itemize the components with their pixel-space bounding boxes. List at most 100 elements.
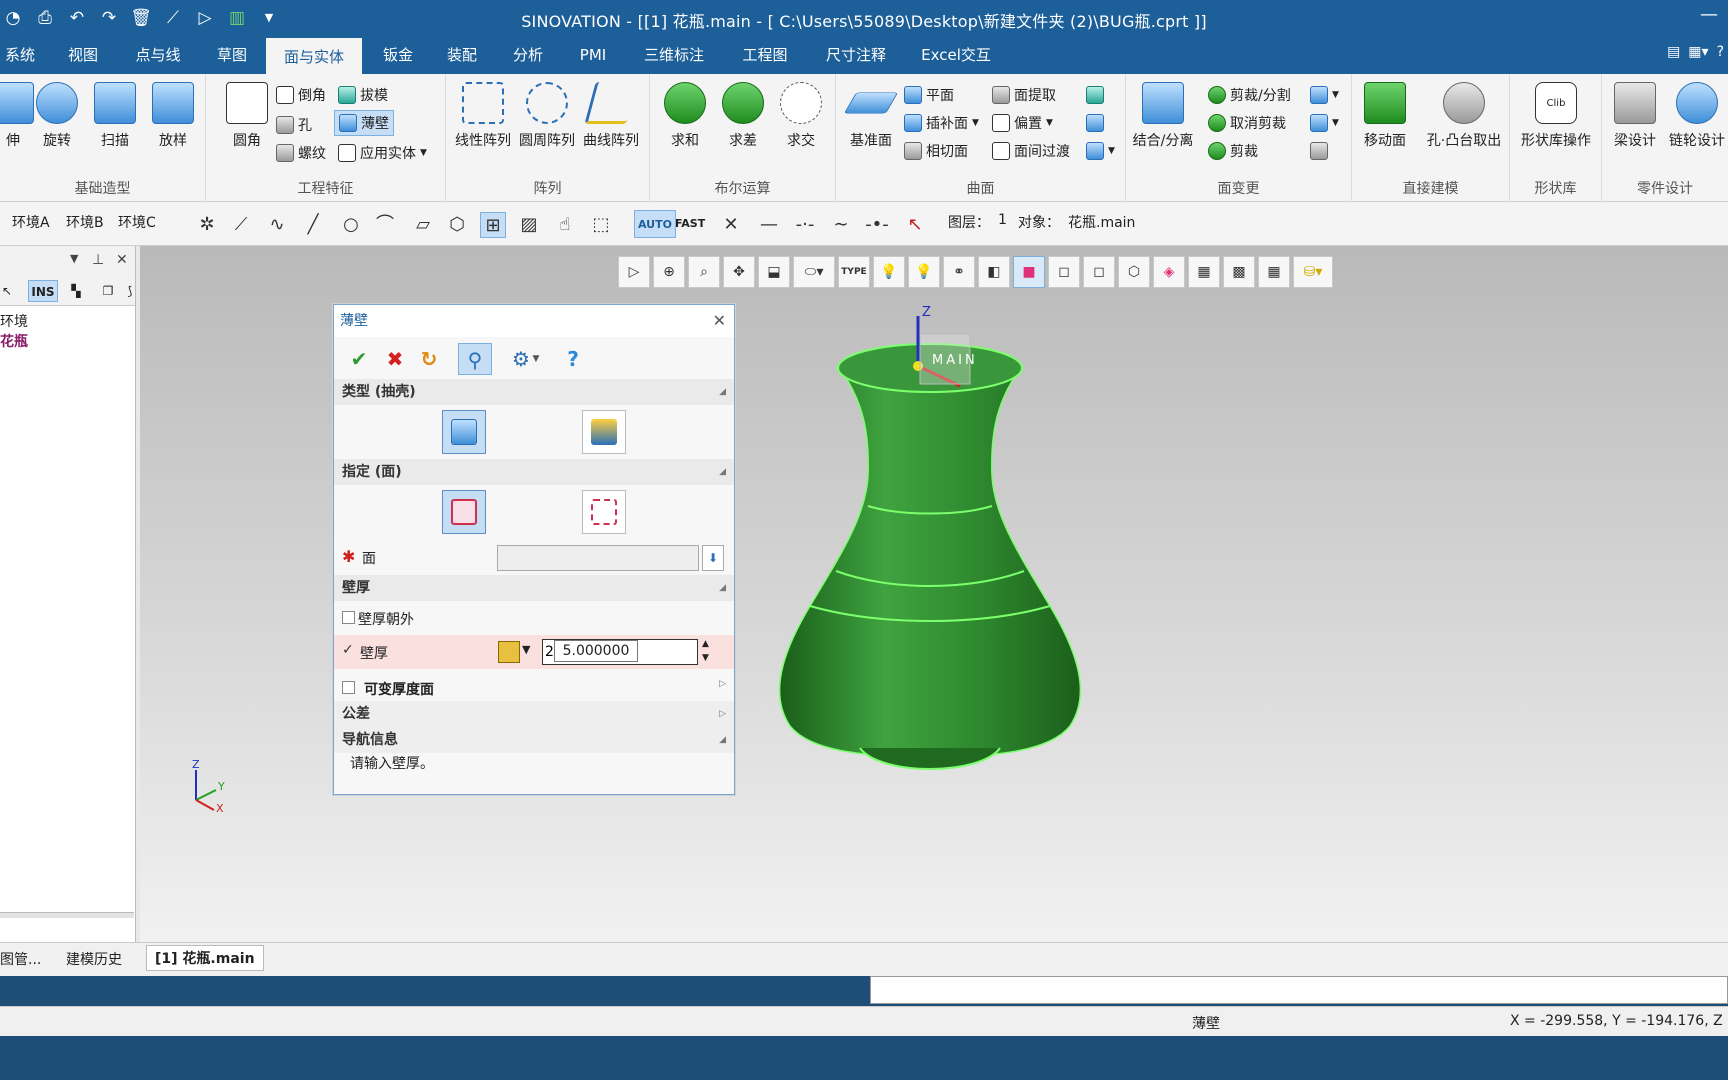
tab-manager[interactable]: 图管... [0,949,41,969]
tree-view-icon[interactable]: ▚ [64,280,88,302]
white-cube-icon[interactable]: ◻ [1048,256,1080,288]
thread-button[interactable]: 螺纹 [276,140,326,166]
apply-icon[interactable]: ↻ [412,343,446,375]
combine-split-button[interactable]: 结合/分离 [1130,82,1196,162]
menu-view[interactable]: 视图 [62,36,104,74]
pan-icon[interactable]: ✥ [723,256,755,288]
window-icon[interactable]: ▦▾ [1688,44,1708,60]
doc-tab[interactable]: [1] 花瓶.main [146,945,264,971]
point-icon[interactable]: ✲ [194,212,220,238]
chamfer-button[interactable]: 倒角 [276,82,326,108]
plane-button[interactable]: 平面 [904,82,954,108]
shell-button[interactable]: 薄壁 [334,110,394,136]
circular-array-button[interactable]: 圆周阵列 [516,82,578,162]
confirm-icon[interactable]: ✔ [342,343,376,375]
help-icon[interactable]: ? [556,343,590,375]
fillet-button[interactable]: 圆角 [218,82,276,162]
pin-icon[interactable]: ⊥ [92,252,104,268]
spin-icon[interactable]: ▲ ▼ [702,637,709,665]
ins-button[interactable]: INS [28,280,58,302]
vase-model[interactable]: Z MAIN [770,306,1090,786]
auto-button[interactable]: AUTO [634,210,676,238]
dash-line-icon[interactable]: -·- [792,212,818,238]
specify-body-button[interactable] [582,490,626,534]
union-button[interactable]: 求和 [656,82,714,162]
wire-cube-icon[interactable]: ⬡ [1118,256,1150,288]
tab-history[interactable]: 建模历史 [66,949,122,969]
menu-sheet-metal[interactable]: 钣金 [376,36,420,74]
command-input[interactable] [870,976,1728,1004]
subtract-button[interactable]: 求差 [714,82,772,162]
cursor-icon[interactable]: ↖ [902,212,928,238]
face-tool-1-button[interactable]: ▼ [1310,82,1339,108]
thickness-dropdown-icon[interactable]: ▼ [522,643,530,656]
thickness-type-icon[interactable] [498,641,520,663]
menu-drawing[interactable]: 工程图 [734,36,796,74]
edge-cube-icon[interactable]: ◻ [1083,256,1115,288]
shaded-cube-icon[interactable]: ■ [1013,256,1045,288]
intersect-button[interactable]: 求交 [772,82,830,162]
shape-op-button[interactable]: Clib 形状库操作 [1514,82,1598,162]
section-tolerance[interactable]: 公差 ▷ [334,701,734,727]
trim-button[interactable]: 剪裁 [1208,138,1258,164]
shadow-icon[interactable]: ◧ [978,256,1010,288]
env-c-button[interactable]: 环境C [118,212,156,232]
hatch-icon[interactable]: ▨ [516,212,542,238]
preview-icon[interactable]: ⚲ [458,343,492,375]
surface-tool-1-button[interactable] [1086,82,1104,108]
more-icon[interactable]: ⟆ [124,280,136,302]
light-icon[interactable]: 💡 [873,256,905,288]
beam-design-button[interactable]: 梁设计 [1606,82,1664,162]
expand-icon[interactable]: ▷ [719,679,726,689]
surface-tool-2-button[interactable] [1086,110,1104,136]
section-specify[interactable]: 指定 (面) ◢ [334,459,734,485]
untrim-button[interactable]: 取消剪裁 [1208,110,1286,136]
variable-checkbox[interactable] [342,681,355,694]
grid-dense-icon[interactable]: ▩ [1223,256,1255,288]
specify-face-button[interactable] [442,490,486,534]
spline-icon[interactable]: ∿ [264,212,290,238]
line-icon[interactable]: ⟋ [228,212,254,238]
parallelogram-icon[interactable]: ▱ [410,212,436,238]
section-nav[interactable]: 导航信息 ◢ [334,727,734,753]
zoom-box-icon[interactable]: ⌕ [688,256,720,288]
tangent-button[interactable]: 相切面 [904,138,968,164]
arrow-icon[interactable]: ↖ [0,280,14,302]
menu-assembly[interactable]: 装配 [440,36,484,74]
move-face-button[interactable]: 移动面 [1356,82,1414,162]
loft-button[interactable]: 放样 [144,82,202,162]
fast-button[interactable]: FAST [672,210,708,238]
help-icon[interactable]: ? [1717,44,1724,60]
play-view-icon[interactable]: ▷ [618,256,650,288]
intersect-point-icon[interactable]: ✕ [718,212,744,238]
curve-array-button[interactable]: 曲线阵列 [580,82,642,162]
dimension-icon[interactable]: ⊞ [480,212,506,238]
sprocket-design-button[interactable]: 链轮设计 [1668,82,1726,162]
light-2-icon[interactable]: 💡 [908,256,940,288]
wave-icon[interactable]: ∼ [828,212,854,238]
select-box-icon[interactable]: ⬚ [588,212,614,238]
boss-button[interactable]: 孔·凸台取出 [1422,82,1506,162]
pink-cube-icon[interactable]: ◈ [1153,256,1185,288]
copy-icon[interactable]: ❐ [96,280,120,302]
face-tool-3-button[interactable] [1310,138,1328,164]
panel-dropdown-icon[interactable]: ▼ [70,252,78,265]
surface-tool-3-button[interactable]: ▼ [1086,138,1115,164]
settings-dropdown-icon[interactable]: ▼ [528,343,544,375]
view-orient-icon[interactable]: ⬭▾ [793,256,835,288]
datum-plane-button[interactable]: 基准面 [842,82,900,162]
circle-icon[interactable]: ○ [338,212,364,238]
panel-scrollbar[interactable] [0,912,134,918]
face-extract-button[interactable]: 面提取 [992,82,1056,108]
draft-button[interactable]: 拔模 [338,82,388,108]
pick-icon[interactable]: ☝ [552,212,578,238]
patch-button[interactable]: 插补面 ▼ [904,110,979,136]
type-button[interactable]: TYPE [838,256,870,288]
tree-item-env[interactable]: 环境 [0,312,135,332]
close-icon[interactable]: ✕ [713,305,726,337]
horizontal-line-icon[interactable]: — [756,212,782,238]
menu-surface-solid[interactable]: 面与实体 [266,36,362,74]
end-point-icon[interactable]: -•- [864,212,890,238]
menu-point-line[interactable]: 点与线 [128,36,188,74]
hole-button[interactable]: 孔 [276,112,312,138]
